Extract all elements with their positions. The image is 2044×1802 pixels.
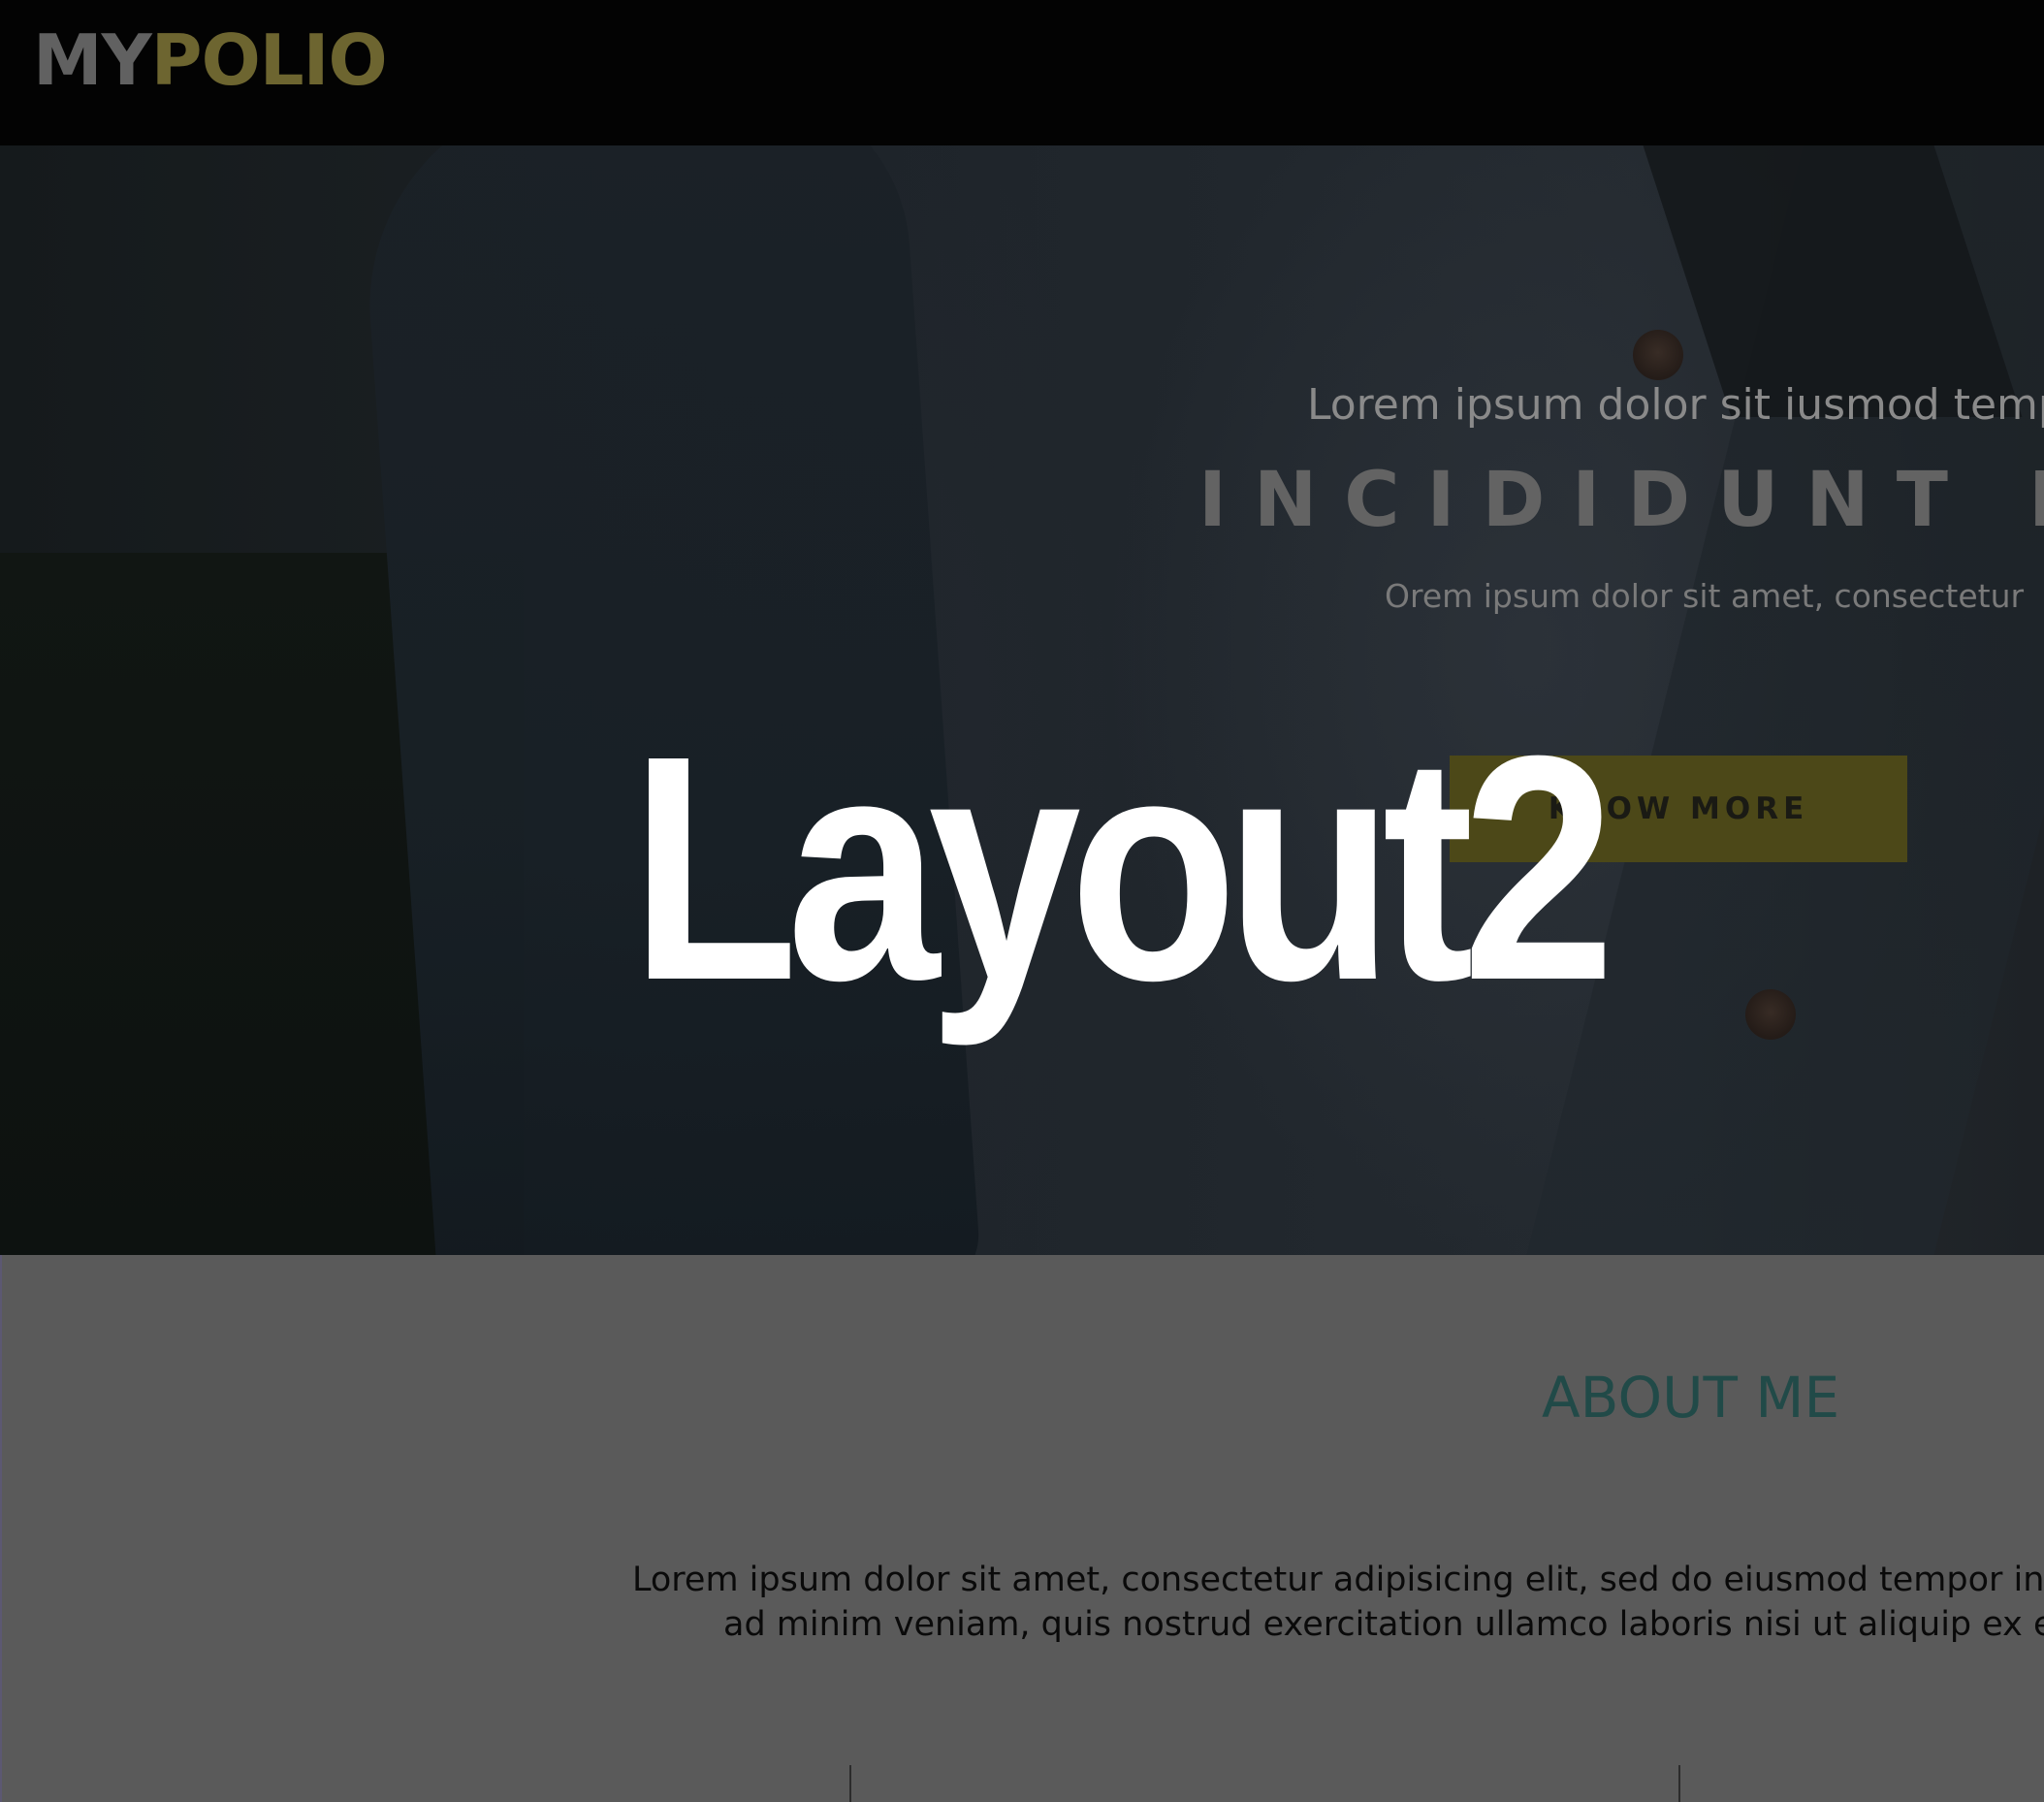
logo-part-polio: POLIO (150, 19, 388, 101)
hero-subtitle: Lorem ipsum dolor sit iusmod tempor (1307, 380, 2044, 430)
hero-heading: INCIDIDUNT BOR (1198, 457, 2044, 544)
layout-label: Layout2 (630, 689, 1615, 1046)
hero-tagline: Orem ipsum dolor sit amet, consectetur (1385, 577, 2025, 615)
site-header: MYPOLIO (0, 0, 2044, 145)
column-divider (849, 1765, 851, 1802)
hero-background-coat-button (1745, 989, 1796, 1040)
hero-background-coat-button (1633, 330, 1683, 380)
page: MYPOLIO Lorem ipsum dolor sit iusmod tem… (0, 0, 2044, 1802)
hero-background-shadow (0, 553, 524, 1255)
about-text-line: Lorem ipsum dolor sit amet, consectetur … (632, 1561, 2044, 1599)
column-divider (1678, 1765, 1680, 1802)
about-text-line: ad minim veniam, quis nostrud exercitati… (723, 1605, 2044, 1644)
logo-part-my: MY (33, 19, 152, 101)
about-section: ABOUT ME Lorem ipsum dolor sit amet, con… (0, 1255, 2044, 1802)
about-title: ABOUT ME (1542, 1365, 1840, 1431)
site-logo[interactable]: MYPOLIO (33, 19, 388, 101)
